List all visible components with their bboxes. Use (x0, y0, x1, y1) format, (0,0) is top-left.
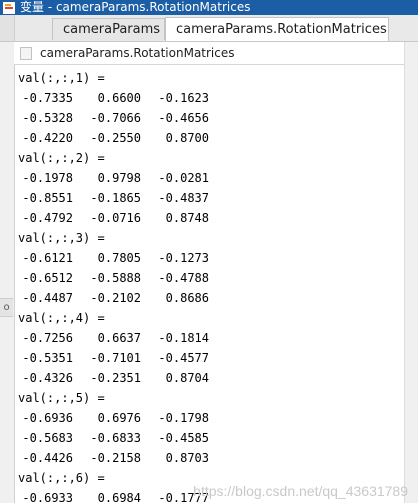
matrix-cell: -0.0281 (158, 171, 209, 185)
matrix-row: -0.8551 -0.1865 -0.4837 (18, 190, 402, 210)
matrix-cell: -0.4837 (158, 191, 209, 205)
matrix-cell: -0.7066 (90, 111, 141, 125)
watermark: https://blog.csdn.net/qq_43631789 (193, 483, 408, 499)
matrix-cell: -0.4577 (158, 351, 209, 365)
left-gutter: o (0, 42, 15, 503)
matrix-cell: -0.4487 (22, 291, 73, 305)
matrix-cell: -0.5328 (22, 111, 73, 125)
variable-name: cameraParams.RotationMatrices (40, 46, 235, 60)
matrix-slice: val(:,:,2) = -0.1978 0.9798 -0.0281 -0.8551-… (18, 150, 402, 230)
matrix-cell: -0.4220 (22, 131, 73, 145)
matrix-row: -0.4326 -0.2351 0.8704 (18, 370, 402, 390)
window-title-bar: 变量 - cameraParams.RotationMatrices (0, 0, 418, 15)
variable-editor-icon (3, 1, 15, 14)
matrix-cell: -0.2351 (90, 371, 141, 385)
matrix-cell: -0.7101 (90, 351, 141, 365)
value-display: val(:,:,1) = -0.7335 0.6600 -0.1623 -0.5328-… (18, 70, 402, 503)
matrix-cell: -0.1814 (158, 331, 209, 345)
matrix-row: -0.7335 0.6600 -0.1623 (18, 90, 402, 110)
matrix-cell: -0.2550 (90, 131, 141, 145)
matrix-cell: -0.5683 (22, 431, 73, 445)
matrix-cell: -0.6833 (90, 431, 141, 445)
window-title: 变量 - cameraParams.RotationMatrices (20, 0, 251, 14)
matrix-cell: -0.1798 (158, 411, 209, 425)
tab-strip: cameraParams cameraParams.RotationMatric… (0, 15, 418, 42)
tab-cameraparams[interactable]: cameraParams (52, 18, 165, 40)
matrix-cell: 0.8703 (165, 451, 209, 465)
matrix-cell: -0.4656 (158, 111, 209, 125)
variable-icon (20, 46, 32, 60)
matrix-cell: -0.7256 (22, 331, 73, 345)
matrix-cell: -0.4792 (22, 211, 73, 225)
matrix-row: -0.1978 0.9798 -0.0281 (18, 170, 402, 190)
matrix-cell: -0.1978 (22, 171, 73, 185)
matrix-slice: val(:,:,5) = -0.6936 0.6976 -0.1798 -0.5683-… (18, 390, 402, 470)
matrix-cell: -0.2158 (90, 451, 141, 465)
tab-strip-gutter (0, 15, 15, 41)
matrix-cell: 0.6984 (97, 491, 141, 503)
matrix-row: -0.4220 -0.2550 0.8700 (18, 130, 402, 150)
matrix-row: -0.7256 0.6637 -0.1814 (18, 330, 402, 350)
slice-header: val(:,:,3) = (18, 231, 105, 245)
matrix-cell: -0.2102 (90, 291, 141, 305)
matrix-cell: -0.1273 (158, 251, 209, 265)
matrix-cell: 0.8704 (165, 371, 209, 385)
matrix-cell: -0.7335 (22, 91, 73, 105)
slice-header: val(:,:,5) = (18, 391, 105, 405)
slice-header: val(:,:,1) = (18, 71, 105, 85)
matrix-cell: 0.6976 (97, 411, 141, 425)
matrix-cell: 0.6600 (97, 91, 141, 105)
matrix-slice: val(:,:,3) = -0.6121 0.7805 -0.1273 -0.6512-… (18, 230, 402, 310)
matrix-cell: -0.1623 (158, 91, 209, 105)
vertical-scrollbar[interactable] (404, 42, 418, 503)
matrix-slice: val(:,:,4) = -0.7256 0.6637 -0.1814 -0.5351-… (18, 310, 402, 390)
matrix-cell: -0.6512 (22, 271, 73, 285)
matrix-cell: -0.6121 (22, 251, 73, 265)
slice-header: val(:,:,2) = (18, 151, 105, 165)
gutter-marker: o (0, 298, 13, 317)
variable-name-row: cameraParams.RotationMatrices (14, 42, 404, 65)
matrix-cell: -0.6933 (22, 491, 73, 503)
matrix-row: -0.4792 -0.0716 0.8748 (18, 210, 402, 230)
matrix-slice: val(:,:,1) = -0.7335 0.6600 -0.1623 -0.5328-… (18, 70, 402, 150)
matrix-cell: 0.8686 (165, 291, 209, 305)
matrix-row: -0.4487 -0.2102 0.8686 (18, 290, 402, 310)
matrix-cell: 0.9798 (97, 171, 141, 185)
matrix-cell: -0.8551 (22, 191, 73, 205)
matrix-cell: -0.4326 (22, 371, 73, 385)
matrix-cell: 0.7805 (97, 251, 141, 265)
matrix-cell: -0.5888 (90, 271, 141, 285)
matrix-cell: -0.4788 (158, 271, 209, 285)
matrix-row: -0.6936 0.6976 -0.1798 (18, 410, 402, 430)
matrix-row: -0.5351 -0.7101 -0.4577 (18, 350, 402, 370)
tab-rotationmatrices[interactable]: cameraParams.RotationMatrices (165, 17, 389, 41)
matrix-cell: -0.1865 (90, 191, 141, 205)
matrix-row: -0.5683 -0.6833 -0.4585 (18, 430, 402, 450)
matrix-row: -0.5328 -0.7066 -0.4656 (18, 110, 402, 130)
matrix-cell: 0.8700 (165, 131, 209, 145)
matrix-row: -0.6512 -0.5888 -0.4788 (18, 270, 402, 290)
matrix-cell: -0.4585 (158, 431, 209, 445)
matrix-row: -0.4426 -0.2158 0.8703 (18, 450, 402, 470)
matrix-cell: 0.8748 (165, 211, 209, 225)
matrix-cell: -0.6936 (22, 411, 73, 425)
matrix-cell: -0.5351 (22, 351, 73, 365)
matrix-cell: -0.0716 (90, 211, 141, 225)
matrix-cell: -0.4426 (22, 451, 73, 465)
matrix-cell: 0.6637 (97, 331, 141, 345)
matrix-row: -0.6121 0.7805 -0.1273 (18, 250, 402, 270)
slice-header: val(:,:,4) = (18, 311, 105, 325)
